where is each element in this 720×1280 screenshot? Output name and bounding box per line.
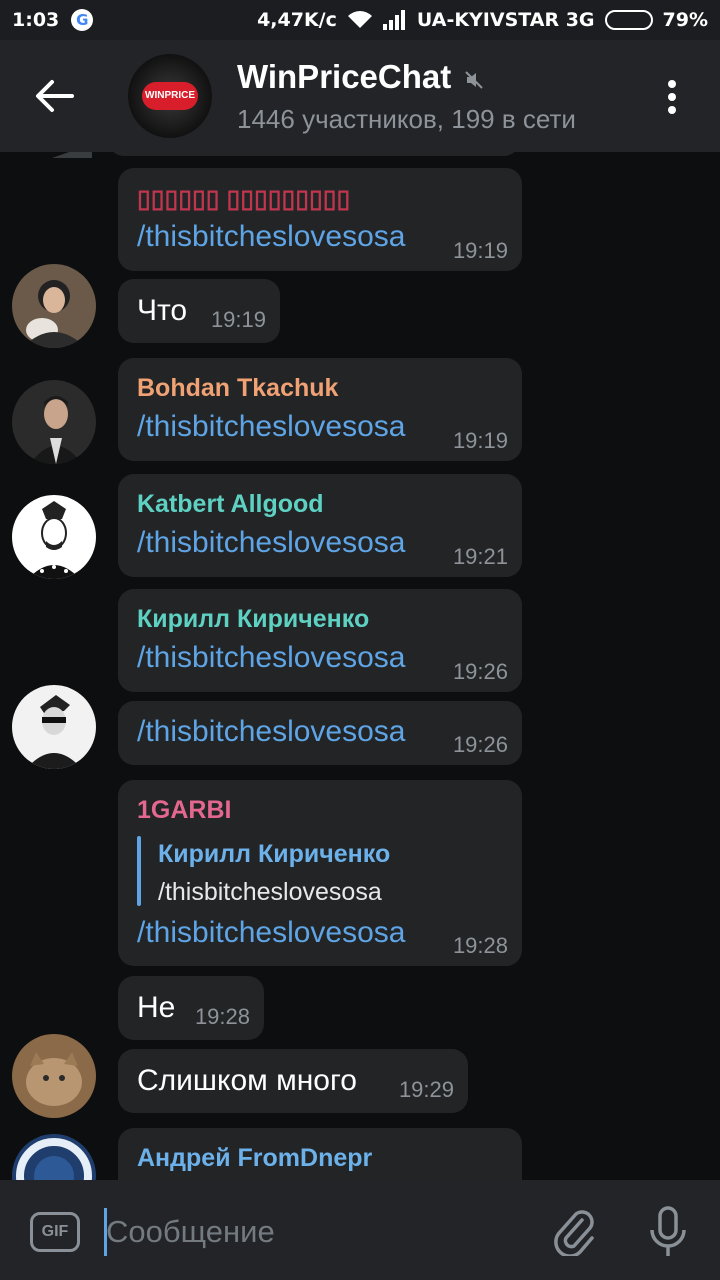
message-command-link[interactable]: /thisbitcheslovesosa <box>137 220 405 254</box>
message-time: 19:21 <box>452 544 508 569</box>
reply-sender[interactable]: Кирилл Кириченко <box>158 840 390 869</box>
chat-title[interactable]: WinPriceChat <box>237 58 451 96</box>
reply-text[interactable]: /thisbitcheslovesosa <box>158 878 382 907</box>
user-avatar[interactable] <box>12 1134 96 1180</box>
message-time: 19:26 <box>452 659 508 684</box>
bubble-tail <box>52 152 92 158</box>
message-sender[interactable]: Katbert Allgood <box>137 490 324 519</box>
message-sender[interactable]: Андрей FromDnepr <box>137 1144 372 1173</box>
status-right: 4,47K/c UA-KYIVSTAR 3G 79% <box>257 9 708 31</box>
message-time: 19:28 <box>452 933 508 958</box>
message-command-link[interactable]: /thisbitcheslovesosa <box>137 715 405 749</box>
message-bubble[interactable]: Кирилл Кириченко /thisbitcheslovesosa 19… <box>118 589 522 692</box>
muted-icon <box>465 71 483 89</box>
message-bubble-partial <box>108 152 520 156</box>
message-composer: GIF <box>0 1180 720 1280</box>
user-avatar[interactable] <box>12 1034 96 1118</box>
group-avatar[interactable]: WINPRICE <box>128 54 212 138</box>
message-sender[interactable]: Кирилл Кириченко <box>137 605 369 634</box>
message-bubble[interactable]: Слишком много 19:29 <box>118 1049 468 1113</box>
user-avatar[interactable] <box>12 380 96 464</box>
battery-icon <box>604 10 653 30</box>
chat-header: WINPRICE WinPriceChat 1446 участников, 1… <box>0 40 720 152</box>
message-bubble[interactable]: /thisbitcheslovesosa 19:26 <box>118 701 522 765</box>
message-sender[interactable]: ▯▯▯▯▯▯ ▯▯▯▯▯▯▯▯▯ <box>137 184 350 214</box>
paperclip-icon[interactable] <box>552 1208 598 1256</box>
more-menu-icon[interactable] <box>660 78 684 118</box>
gif-button[interactable]: GIF <box>30 1212 80 1252</box>
message-text: Слишком много <box>137 1064 357 1097</box>
message-bubble[interactable]: Не 19:28 <box>118 976 264 1040</box>
group-logo: WINPRICE <box>142 82 198 110</box>
status-time: 1:03 <box>12 9 60 31</box>
message-command-link[interactable]: /thisbitcheslovesosa <box>137 641 405 675</box>
message-bubble[interactable]: 1GARBI Кирилл Кириченко /thisbitcheslove… <box>118 780 522 966</box>
message-bubble[interactable]: Katbert Allgood /thisbitcheslovesosa 19:… <box>118 474 522 577</box>
message-time: 19:19 <box>210 307 266 332</box>
back-arrow-icon[interactable] <box>32 76 76 116</box>
message-text: Не <box>137 991 176 1024</box>
message-bubble[interactable]: Что 19:19 <box>118 279 280 343</box>
message-bubble[interactable]: Bohdan Tkachuk /thisbitcheslovesosa 19:1… <box>118 358 522 461</box>
signal-icon <box>382 10 405 30</box>
message-sender[interactable]: 1GARBI <box>137 796 231 825</box>
chat-members-count: 1446 участников, 199 в сети <box>237 104 576 134</box>
network-speed: 4,47K/c <box>257 9 337 31</box>
message-time: 19:28 <box>194 1004 250 1029</box>
message-input[interactable] <box>106 1210 526 1254</box>
message-time: 19:19 <box>452 238 508 263</box>
user-avatar[interactable] <box>12 264 96 348</box>
message-time: 19:29 <box>398 1077 454 1102</box>
carrier-name: UA-KYIVSTAR 3G <box>416 9 595 31</box>
message-command-link[interactable]: /thisbitcheslovesosa <box>137 526 405 560</box>
message-command-link[interactable]: /thisbitcheslovesosa <box>137 410 405 444</box>
battery-percent: 79% <box>662 9 708 31</box>
user-avatar[interactable] <box>12 495 96 579</box>
message-command-link[interactable]: /thisbitcheslovesosa <box>137 916 405 950</box>
message-time: 19:26 <box>452 732 508 757</box>
microphone-icon[interactable] <box>646 1206 690 1258</box>
wifi-icon <box>347 11 372 28</box>
user-avatar[interactable] <box>12 685 96 769</box>
message-text: Что <box>137 294 188 327</box>
message-list[interactable]: ▯▯▯▯▯▯ ▯▯▯▯▯▯▯▯▯ /thisbitcheslovesosa 19… <box>0 152 720 1180</box>
message-bubble[interactable]: Андрей FromDnepr <box>118 1128 522 1180</box>
message-sender[interactable]: Bohdan Tkachuk <box>137 374 338 403</box>
status-bar: 1:03 G 4,47K/c UA-KYIVSTAR 3G 79% <box>0 0 720 40</box>
google-icon: G <box>71 9 94 31</box>
message-time: 19:19 <box>452 428 508 453</box>
message-bubble[interactable]: ▯▯▯▯▯▯ ▯▯▯▯▯▯▯▯▯ /thisbitcheslovesosa 19… <box>118 168 522 271</box>
reply-bar <box>137 836 141 906</box>
